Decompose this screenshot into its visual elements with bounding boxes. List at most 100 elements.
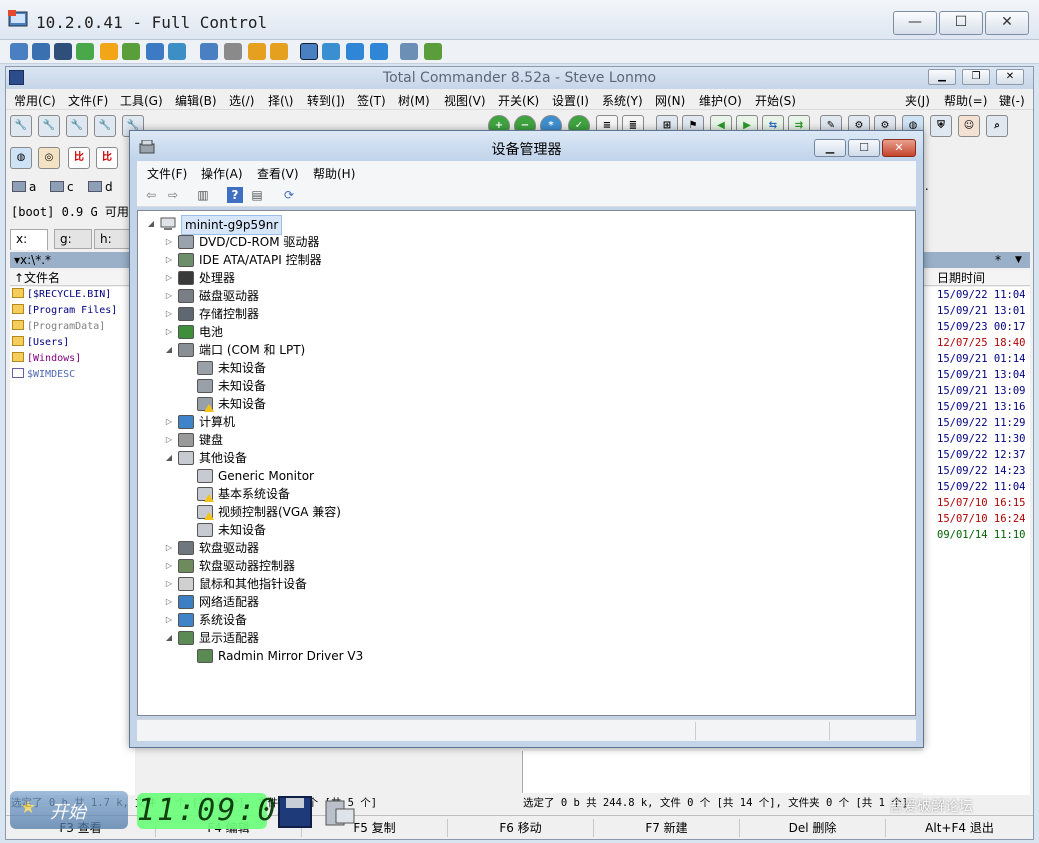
user-icon[interactable]: ☺ <box>958 115 980 137</box>
date-row[interactable]: 15/09/23 00:17 <box>937 319 1026 335</box>
menu-common[interactable]: 常用(C) <box>14 92 56 109</box>
device-category[interactable]: ▷ 鼠标和其他指针设备 <box>164 575 464 593</box>
collapse-icon[interactable]: ◢ <box>164 629 174 647</box>
message-icon[interactable] <box>168 43 186 60</box>
device-category[interactable]: ▷ IDE ATA/ATAPI 控制器 <box>164 251 464 269</box>
device-item[interactable]: 未知设备 <box>183 521 483 539</box>
menu-help[interactable]: 帮助(=) <box>944 92 987 109</box>
menu-choose[interactable]: 择(\) <box>268 92 293 109</box>
date-row[interactable]: 15/09/21 13:01 <box>937 303 1026 319</box>
menu-file[interactable]: 文件(F) <box>68 92 108 109</box>
tc-minimize-button[interactable]: ▁ <box>928 69 956 85</box>
dm-menu-file[interactable]: 文件(F) <box>147 165 187 182</box>
device-category[interactable]: ▷ 键盘 <box>164 431 464 449</box>
drive-c[interactable]: c <box>50 180 74 194</box>
device-category[interactable]: ▷ 系统设备 <box>164 611 464 629</box>
device-item[interactable]: 未知设备 <box>183 359 483 377</box>
tc-restore-button[interactable]: ❐ <box>962 69 990 85</box>
device-item[interactable]: Generic Monitor <box>183 467 483 485</box>
device-category[interactable]: ▷ 存储控制器 <box>164 305 464 323</box>
full-control-icon[interactable] <box>10 43 28 60</box>
properties-icon[interactable]: ▤ <box>249 187 265 203</box>
collapse-icon[interactable]: ◢ <box>146 215 156 233</box>
drive-a[interactable]: a <box>12 180 36 194</box>
f7-new-folder-button[interactable]: F7 新建 <box>594 819 740 837</box>
device-category[interactable]: ▷ 网络适配器 <box>164 593 464 611</box>
back-icon[interactable]: ⇦ <box>143 187 159 203</box>
menu-edit[interactable]: 编辑(B) <box>175 92 217 109</box>
wrench-icon-4[interactable]: 🔧 <box>94 115 116 137</box>
tab-x[interactable]: x: <box>10 229 48 250</box>
file-transfer-icon[interactable] <box>76 43 94 60</box>
wrench-icon-3[interactable]: 🔧 <box>66 115 88 137</box>
file-row[interactable]: $WIMDESC <box>12 367 75 383</box>
menu-view[interactable]: 视图(V) <box>444 92 486 109</box>
search-icon[interactable]: ⌕ <box>986 115 1008 137</box>
expand-icon[interactable]: ▷ <box>164 323 174 341</box>
menu-maintain[interactable]: 维护(O) <box>699 92 742 109</box>
expand-icon[interactable]: ▷ <box>164 251 174 269</box>
voice-chat-icon[interactable] <box>146 43 164 60</box>
help-icon[interactable]: ? <box>227 187 243 203</box>
date-row[interactable]: 15/07/10 16:15 <box>937 495 1026 511</box>
menu-start[interactable]: 开始(S) <box>755 92 796 109</box>
forward-icon[interactable]: ⇨ <box>165 187 181 203</box>
tab-g[interactable]: g: <box>54 229 92 249</box>
dm-minimize-button[interactable]: ▁ <box>814 139 846 157</box>
menu-settings[interactable]: 设置(I) <box>552 92 589 109</box>
network-drive-icon[interactable]: ◎ <box>38 147 60 169</box>
tree-root[interactable]: ◢ minint-g9p59nr <box>146 215 306 235</box>
shutdown-icon[interactable] <box>100 43 118 60</box>
date-row[interactable]: 15/09/22 11:29 <box>937 415 1026 431</box>
lock-icon[interactable] <box>248 43 266 60</box>
left-panel-path[interactable]: ▾x:\*.* <box>10 252 135 268</box>
chat-icon[interactable] <box>122 43 140 60</box>
wrench-icon-2[interactable]: 🔧 <box>38 115 60 137</box>
remote-minimize-button[interactable]: — <box>893 11 937 35</box>
dm-menu-action[interactable]: 操作(A) <box>201 165 243 182</box>
compare-icon[interactable]: 比 <box>68 147 90 169</box>
stretch-view-icon[interactable] <box>322 43 340 60</box>
device-category[interactable]: ▷ 处理器 <box>164 269 464 287</box>
scale-icon[interactable] <box>370 43 388 60</box>
windows-icon[interactable] <box>400 43 418 60</box>
menu-network[interactable]: 网(N) <box>655 92 685 109</box>
file-row[interactable]: [ProgramData] <box>12 319 105 335</box>
expand-icon[interactable]: ▷ <box>164 431 174 449</box>
expand-icon[interactable]: ▷ <box>164 539 174 557</box>
normal-view-icon[interactable] <box>300 43 318 60</box>
collapse-icon[interactable]: ◢ <box>164 449 174 467</box>
wrench-icon[interactable]: 🔧 <box>10 115 32 137</box>
f6-move-button[interactable]: F6 移动 <box>448 819 594 837</box>
drive-d[interactable]: d <box>88 180 113 194</box>
date-row[interactable]: 15/07/10 16:24 <box>937 511 1026 527</box>
device-category[interactable]: ▷ DVD/CD-ROM 驱动器 <box>164 233 464 251</box>
start-button[interactable]: ★ 开始 <box>10 791 128 829</box>
save-floppy-icon[interactable] <box>278 796 312 828</box>
right-panel-path[interactable]: * ▼ <box>923 252 1030 268</box>
chevron-down-icon[interactable]: ▼ <box>1015 252 1022 268</box>
collapse-icon[interactable]: ◢ <box>164 341 174 359</box>
dm-menu-view[interactable]: 查看(V) <box>257 165 299 182</box>
expand-icon[interactable]: ▷ <box>164 413 174 431</box>
device-category[interactable]: ▷ 软盘驱动器控制器 <box>164 557 464 575</box>
expand-icon[interactable]: ▷ <box>164 233 174 251</box>
expand-icon[interactable]: ▷ <box>164 305 174 323</box>
device-category[interactable]: ◢ 显示适配器 <box>164 629 464 647</box>
device-category[interactable]: ◢ 其他设备 <box>164 449 464 467</box>
upload-icon[interactable] <box>200 43 218 60</box>
shield-icon[interactable]: ⛨ <box>930 115 952 137</box>
network-icon[interactable] <box>224 43 242 60</box>
telnet-icon[interactable] <box>54 43 72 60</box>
alt-f4-exit-button[interactable]: Alt+F4 退出 <box>886 819 1033 837</box>
file-row[interactable]: [$RECYCLE.BIN] <box>12 287 111 303</box>
device-category[interactable]: ▷ 磁盘驱动器 <box>164 287 464 305</box>
left-column-header-name[interactable]: ↑文件名 <box>10 270 135 286</box>
menu-toggle[interactable]: 开关(K) <box>498 92 539 109</box>
device-category[interactable]: ◢ 端口 (COM 和 LPT) <box>164 341 464 359</box>
date-row[interactable]: 15/09/21 13:16 <box>937 399 1026 415</box>
menu-folder[interactable]: 夹(J) <box>905 92 930 109</box>
device-category[interactable]: ▷ 计算机 <box>164 413 464 431</box>
del-delete-button[interactable]: Del 删除 <box>740 819 886 837</box>
ftp-icon[interactable]: ◍ <box>10 147 32 169</box>
